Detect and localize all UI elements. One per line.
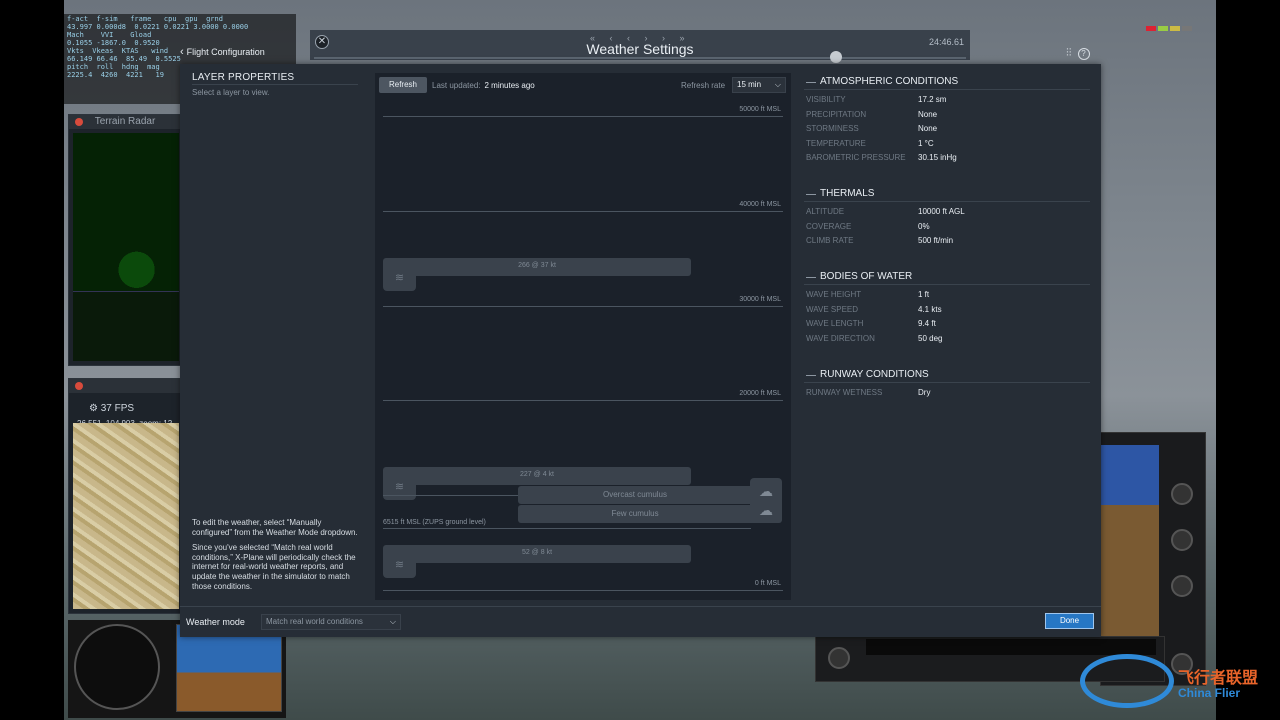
wind-layer[interactable]: ≋ 227 @ 4 kt <box>383 467 691 500</box>
radar-display <box>73 133 179 361</box>
altitude-label: 0 ft MSL <box>754 580 781 587</box>
breadcrumb-label: Flight Configuration <box>186 47 265 57</box>
ground-level-label: 6515 ft MSL (ZUPS ground level) <box>383 519 486 526</box>
close-icon[interactable] <box>75 382 83 390</box>
cloud-layer[interactable]: Few cumulus ☁ <box>518 497 782 523</box>
weather-settings-titlebar: ✕ « ‹ ‹ › › » Weather Settings 24:46.61 <box>310 30 970 63</box>
wind-icon: ≋ <box>383 476 416 500</box>
weather-mode-label: Weather mode <box>186 617 245 627</box>
weather-dialog: LAYER PROPERTIES Select a layer to view.… <box>180 64 1101 637</box>
section-title: ATMOSPHERIC CONDITIONS <box>804 76 1090 88</box>
altitude-label: 20000 ft MSL <box>739 390 781 397</box>
refresh-button[interactable]: Refresh <box>379 77 427 93</box>
condition-row: RUNWAY WETNESS Dry <box>806 388 931 397</box>
condition-row: ALTITUDE 10000 ft AGL <box>806 207 965 216</box>
top-right-tools: ⫶⫶? <box>1066 47 1090 60</box>
layer-properties-panel: LAYER PROPERTIES Select a layer to view.… <box>180 64 370 604</box>
gear-icon[interactable]: ⚙ <box>89 403 98 414</box>
weather-layer-graph[interactable]: Refresh Last updated: 2 minutes ago Refre… <box>375 73 791 600</box>
status-indicators <box>1146 18 1206 32</box>
window-title: Terrain Radar <box>94 116 156 127</box>
fps-readout: ⚙ 37 FPS <box>89 403 135 414</box>
condition-row: WAVE DIRECTION 50 deg <box>806 333 943 343</box>
done-button[interactable]: Done <box>1045 613 1094 629</box>
section-title: RUNWAY CONDITIONS <box>804 369 1090 381</box>
altitude-line <box>383 306 783 307</box>
thermals-section: THERMALS ALTITUDE 10000 ft AGL COVERAGE 0%… <box>804 188 1090 249</box>
runway-section: RUNWAY CONDITIONS RUNWAY WETNESS Dry <box>804 369 1090 401</box>
altitude-line <box>383 211 783 212</box>
terrain-map <box>73 423 179 609</box>
weather-mode-select[interactable]: Match real world conditions ⌵ <box>261 614 401 630</box>
chevron-left-icon: ‹ <box>180 46 184 58</box>
divider <box>192 84 358 85</box>
atmospheric-section: ATMOSPHERIC CONDITIONS VISIBILITY 17.2 sm… <box>804 76 1090 166</box>
section-title: THERMALS <box>804 188 1090 200</box>
terrain-radar-window[interactable]: Terrain Radar <box>68 114 182 366</box>
slider-handle[interactable] <box>830 51 842 63</box>
condition-row: WAVE LENGTH 9.4 ft <box>806 319 936 328</box>
help-icon[interactable]: ? <box>1077 48 1090 60</box>
chevron-down-icon: ⌵ <box>389 617 396 626</box>
section-title: BODIES OF WATER <box>804 271 1090 283</box>
data-line: 43.997 0.000d8 0.0221 0.0221 3.0000 0.00… <box>67 23 249 31</box>
wind-icon: ≋ <box>383 267 416 291</box>
condition-row: VISIBILITY 17.2 sm <box>806 95 947 104</box>
section-title: LAYER PROPERTIES <box>192 72 295 83</box>
range-knob[interactable] <box>1171 575 1193 597</box>
alt-knob[interactable] <box>828 647 850 669</box>
condition-row: PRECIPITATION None <box>806 109 938 119</box>
altitude-label: 30000 ft MSL <box>739 296 781 303</box>
attitude-indicator <box>176 624 282 712</box>
condition-row: WAVE HEIGHT 1 ft <box>806 290 930 299</box>
condition-row: CLIMB RATE 500 ft/min <box>806 236 954 245</box>
cloud-layer[interactable]: Overcast cumulus ☁ <box>518 478 782 504</box>
altitude-label: 40000 ft MSL <box>739 201 781 208</box>
data-line: Mach VVI Gload <box>67 31 152 39</box>
refresh-rate-select[interactable]: 15 min ⌵ <box>732 77 786 93</box>
plane-logo-icon <box>1080 654 1174 708</box>
info-text: To edit the weather, select “Manually co… <box>192 518 358 591</box>
condition-row: COVERAGE 0% <box>806 221 930 231</box>
cloud-icon: ☁ <box>750 497 782 523</box>
time-slider[interactable] <box>314 51 966 63</box>
window-title: Weather Settings <box>586 41 694 57</box>
map-window[interactable]: ⚙ 37 FPS 26.551, 104.903, zoom: 12 <box>68 378 182 614</box>
altitude-line <box>383 590 783 591</box>
chevron-down-icon: ⌵ <box>774 80 781 89</box>
altitude-line <box>383 116 783 117</box>
wind-icon: ≋ <box>383 554 416 578</box>
condition-row: STORMINESS None <box>806 124 938 133</box>
altitude-label: 50000 ft MSL <box>739 106 781 113</box>
compass-gauge <box>74 624 160 710</box>
condition-row: TEMPERATURE 1 °C <box>806 138 934 148</box>
wind-layer[interactable]: ≋ 266 @ 37 kt <box>383 258 691 291</box>
crs-baro-knob[interactable] <box>1171 529 1193 551</box>
watermark-logo: 飞行者联盟 China Flier <box>1078 640 1278 710</box>
condition-row: WAVE SPEED 4.1 kts <box>806 304 942 314</box>
sim-time: 24:46.61 <box>928 37 964 47</box>
condition-row: BAROMETRIC PRESSURE 30.15 inHg <box>806 153 957 162</box>
ground-line <box>383 528 751 529</box>
data-line: f-act f-sim frame cpu gpu grnd <box>67 15 223 23</box>
com-knob[interactable] <box>1171 483 1193 505</box>
breadcrumb-back[interactable]: ‹ Flight Configuration <box>180 46 265 58</box>
hint-text: Select a layer to view. <box>192 88 270 97</box>
dialog-footer: Weather mode Match real world conditions… <box>180 606 1101 637</box>
water-section: BODIES OF WATER WAVE HEIGHT 1 ft WAVE SPE… <box>804 271 1090 346</box>
refresh-rate-label: Refresh rate <box>681 81 726 90</box>
wind-layer[interactable]: ≋ 52 @ 8 kt <box>383 545 691 578</box>
sliders-icon[interactable]: ⫶⫶ <box>1066 47 1072 59</box>
altitude-line <box>383 400 783 401</box>
last-updated: Last updated: 2 minutes ago <box>432 81 535 90</box>
